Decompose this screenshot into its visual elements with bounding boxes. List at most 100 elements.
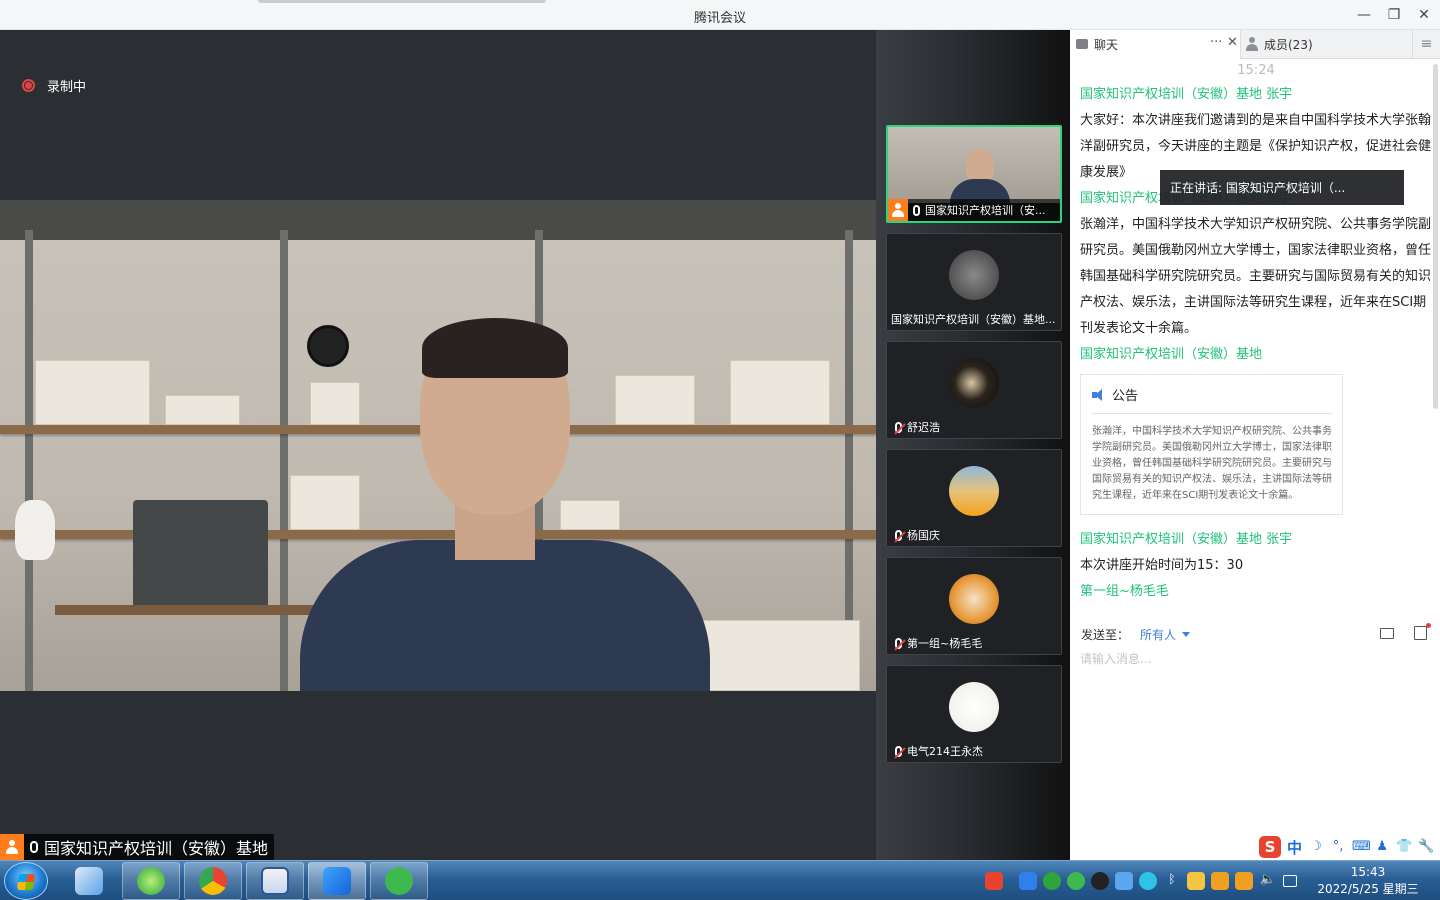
members-icon bbox=[1246, 37, 1258, 51]
shelf-drawers bbox=[615, 375, 695, 425]
notice-card[interactable]: 公告 张瀚洋，中国科学技术大学知识产权研究院、公共事务学院副研究员。美国俄勒冈州… bbox=[1080, 374, 1343, 515]
taskbar-app-360[interactable] bbox=[122, 862, 180, 900]
microphone-icon bbox=[913, 204, 920, 216]
message-time: 15:24 bbox=[1237, 63, 1275, 78]
chat-panel: 聊天 ··· ✕ 成员(23) ≡ 15:24 国家知识产权培训（安徽）基地 张… bbox=[1070, 30, 1440, 860]
taskbar: ᛒ 🔈 15:43 2022/5/25 星期三 bbox=[0, 860, 1440, 900]
shelf-books bbox=[730, 360, 830, 425]
record-icon bbox=[22, 79, 35, 92]
mic-muted-icon bbox=[895, 637, 902, 649]
send-to-label: 发送至： bbox=[1081, 628, 1130, 642]
participant-tile[interactable]: 杨国庆 bbox=[886, 449, 1062, 547]
shelf-boxes bbox=[35, 360, 150, 425]
participant-label: 国家知识产权培训（安... bbox=[888, 199, 1060, 221]
mic-muted-icon bbox=[895, 745, 902, 757]
meeting-tray-icon[interactable] bbox=[1115, 872, 1133, 890]
participant-tile[interactable]: 舒迟浩 bbox=[886, 341, 1062, 439]
maximize-button[interactable]: ❐ bbox=[1384, 5, 1404, 25]
panel-tabs: 聊天 ··· ✕ 成员(23) ≡ bbox=[1070, 30, 1440, 59]
wrench-icon[interactable]: 🔧 bbox=[1418, 840, 1434, 854]
taskbar-app-word[interactable] bbox=[246, 862, 304, 900]
minimize-button[interactable]: — bbox=[1354, 5, 1374, 25]
qq-tray-icon[interactable] bbox=[1091, 872, 1109, 890]
close-icon[interactable]: ✕ bbox=[1227, 35, 1238, 50]
shelf-box bbox=[310, 382, 360, 425]
sogou-icon[interactable]: S bbox=[1259, 836, 1281, 858]
participant-tile[interactable]: 电气214王永杰 bbox=[886, 665, 1062, 763]
speaker-nameplate: 国家知识产权培训（安徽）基地 bbox=[0, 834, 275, 860]
participant-strip: 国家知识产权培训（安... 国家知识产权培训（安徽）基地... 舒迟浩 杨国庆 … bbox=[876, 30, 1070, 860]
file-icon[interactable] bbox=[1380, 628, 1394, 639]
media-tray-icon[interactable] bbox=[1139, 872, 1157, 890]
taskbar-app-feishu[interactable] bbox=[60, 862, 118, 900]
recording-indicator: 录制中 bbox=[22, 76, 86, 95]
participant-label: 杨国庆 bbox=[887, 524, 1061, 546]
close-button[interactable]: ✕ bbox=[1414, 5, 1434, 25]
message-input[interactable] bbox=[1080, 648, 1430, 670]
participant-avatar bbox=[949, 682, 999, 732]
title-bar: 腾讯会议 — ❐ ✕ bbox=[0, 0, 1440, 30]
clock-date: 2022/5/25 星期三 bbox=[1317, 882, 1419, 896]
speaker-video bbox=[0, 200, 876, 691]
taskbar-clock[interactable]: 15:43 2022/5/25 星期三 bbox=[1308, 864, 1428, 898]
more-icon[interactable]: ··· bbox=[1210, 35, 1222, 50]
notice-icon[interactable] bbox=[1414, 623, 1431, 640]
video-ceiling bbox=[0, 200, 876, 240]
participant-tile[interactable]: 国家知识产权培训（安... bbox=[886, 125, 1062, 223]
punctuation-icon[interactable]: °, bbox=[1330, 840, 1346, 854]
moon-icon[interactable]: ☽ bbox=[1308, 840, 1324, 854]
message-sender[interactable]: 第一组~杨毛毛 bbox=[1080, 579, 1432, 605]
keyboard-icon[interactable]: ⌨ bbox=[1352, 840, 1371, 854]
ime-toolbar[interactable]: S 中 ☽ °, ⌨ ♟ 👕 🔧 bbox=[1255, 834, 1440, 860]
taskbar-app-chrome[interactable] bbox=[184, 862, 242, 900]
participant-video bbox=[888, 127, 1060, 203]
speaker-hair bbox=[422, 318, 568, 378]
speaker-icon bbox=[1092, 388, 1106, 401]
participant-tile[interactable]: 第一组~杨毛毛 bbox=[886, 557, 1062, 655]
start-button[interactable] bbox=[4, 862, 48, 900]
shelf-books bbox=[165, 395, 240, 425]
taskbar-app-tencent-meeting[interactable] bbox=[308, 862, 366, 900]
ime-mode[interactable]: 中 bbox=[1287, 837, 1302, 858]
folder-tray-icon[interactable] bbox=[1187, 872, 1205, 890]
feishu-tray-icon[interactable] bbox=[1019, 872, 1037, 890]
network-icon[interactable] bbox=[1283, 875, 1297, 887]
360-tray-icon[interactable] bbox=[1043, 872, 1061, 890]
tab-chat[interactable]: 聊天 ··· ✕ bbox=[1070, 30, 1241, 59]
message-list[interactable]: 15:24 国家知识产权培训（安徽）基地 张宇 大家好：本次讲座我们邀请到的是来… bbox=[1080, 63, 1432, 618]
mic-muted-icon bbox=[895, 421, 902, 433]
volume-icon[interactable]: 🔈 bbox=[1259, 872, 1277, 890]
bird-icon bbox=[75, 867, 103, 895]
user-icon[interactable]: ♟ bbox=[1374, 840, 1390, 854]
wechat-tray-icon[interactable] bbox=[1067, 872, 1085, 890]
bluetooth-icon[interactable]: ᛒ bbox=[1163, 872, 1181, 890]
notice-title: 公告 bbox=[1112, 389, 1139, 404]
tab-members[interactable]: 成员(23) bbox=[1242, 30, 1412, 59]
notice-body: 张瀚洋，中国科学技术大学知识产权研究院、公共事务学院副研究员。美国俄勒冈州立大学… bbox=[1092, 426, 1332, 501]
main-video-stage[interactable]: 录制中 国家知识产权培训（安徽）基地 bbox=[0, 30, 876, 860]
chat-icon bbox=[1076, 39, 1088, 49]
message-sender[interactable]: 国家知识产权培训（安徽）基地 张宇 bbox=[1080, 82, 1432, 108]
skin-icon[interactable]: 👕 bbox=[1396, 840, 1412, 854]
participant-label: 舒迟浩 bbox=[887, 416, 1061, 438]
message-text: 本次讲座开始时间为15：30 bbox=[1080, 558, 1244, 573]
shelf-post bbox=[280, 230, 288, 691]
message-sender[interactable]: 国家知识产权培训（安徽）基地 张宇 bbox=[1080, 527, 1432, 553]
taskbar-app-wechat[interactable] bbox=[370, 862, 428, 900]
recording-label: 录制中 bbox=[47, 80, 87, 95]
send-to-dropdown[interactable]: 所有人 bbox=[1140, 626, 1176, 643]
sogou-tray-icon[interactable] bbox=[985, 872, 1003, 890]
microphone-icon bbox=[30, 841, 38, 853]
clock-time: 15:43 bbox=[1350, 865, 1386, 879]
host-badge-icon bbox=[0, 834, 24, 860]
chat-scrollbar[interactable] bbox=[1433, 64, 1438, 409]
participant-avatar bbox=[949, 250, 999, 300]
participant-tile[interactable]: 国家知识产权培训（安徽）基地... bbox=[886, 233, 1062, 331]
chevron-down-icon[interactable] bbox=[1182, 632, 1190, 637]
message-sender[interactable]: 国家知识产权培训（安徽）基地 bbox=[1080, 342, 1432, 368]
security-icon[interactable] bbox=[1235, 872, 1253, 890]
wechat-icon bbox=[385, 867, 413, 895]
panel-menu-icon[interactable]: ≡ bbox=[1412, 30, 1440, 59]
shield-icon[interactable] bbox=[1211, 872, 1229, 890]
meeting-icon bbox=[323, 867, 351, 895]
